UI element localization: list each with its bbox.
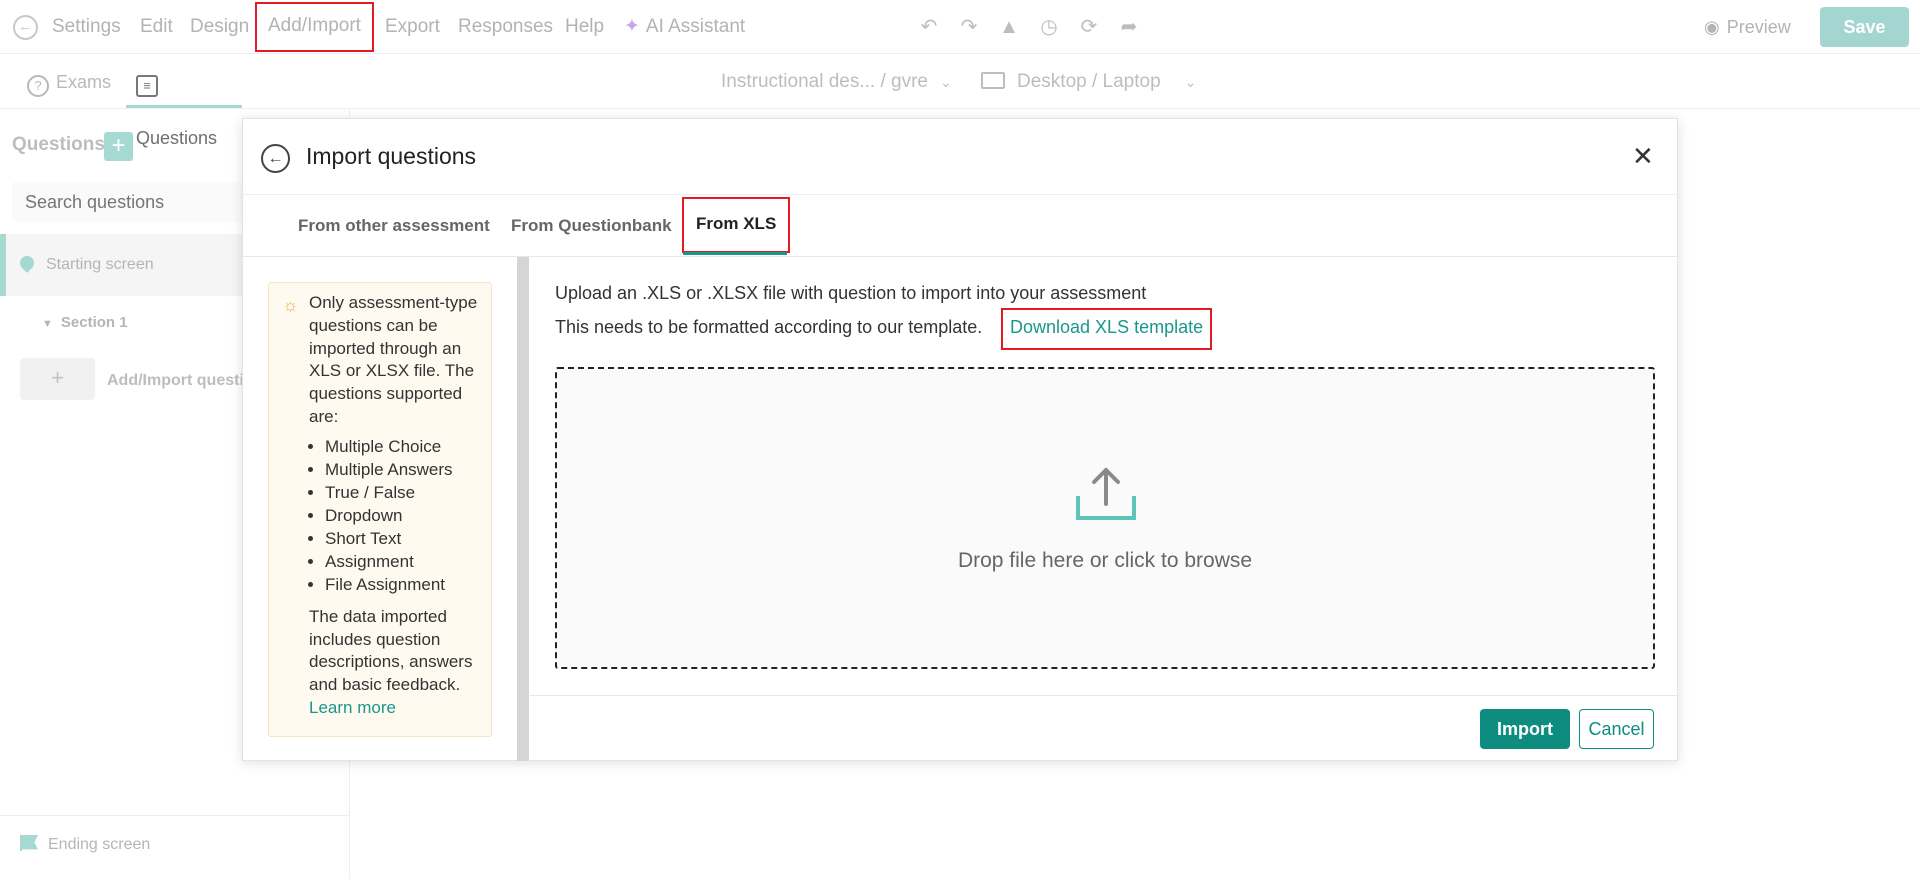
tab-from-other-assessment[interactable]: From other assessment [298, 195, 490, 257]
list-item: True / False [325, 481, 481, 504]
import-button[interactable]: Import [1480, 709, 1570, 749]
template-instructions: This needs to be formatted according to … [555, 317, 983, 337]
ai-assistant-label: AI Assistant [645, 16, 746, 37]
import-source-tabs: From other assessment From Questionbank … [243, 194, 1677, 257]
list-item: Assignment [325, 550, 481, 573]
top-menu-bar: ← Settings Edit Design Add/Import Export… [0, 0, 1920, 54]
toolbar-icons: ↶ ↷ ▲ ◷ ⟳ ➦ [916, 14, 1142, 40]
device-selector-label: Desktop / Laptop [1017, 71, 1161, 92]
file-dropzone[interactable]: Drop file here or click to browse [555, 367, 1655, 669]
dialog-title: Import questions [306, 143, 477, 169]
questions-icon: ≡ [136, 75, 158, 97]
caret-down-icon: ▼ [42, 318, 53, 330]
dialog-footer: Import Cancel [530, 695, 1677, 761]
dropzone-text: Drop file here or click to browse [957, 549, 1253, 572]
sidebar-title: Questions [12, 134, 105, 155]
back-arrow-icon[interactable]: ← [13, 15, 38, 40]
section-label: Section 1 [60, 314, 128, 331]
undo-icon[interactable]: ↶ [916, 14, 942, 40]
preview-button[interactable]: ◉ Preview [1704, 0, 1791, 54]
download-xls-template-link[interactable]: Download XLS template [1000, 308, 1213, 350]
assessment-selector-label: Instructional des... / gvre [721, 71, 928, 92]
eye-icon: ◉ [1704, 17, 1720, 37]
menu-design[interactable]: Design [190, 0, 249, 54]
info-outro: The data imported includes question desc… [309, 606, 473, 695]
upload-instructions: Upload an .XLS or .XLSX file with questi… [555, 283, 1147, 303]
lightbulb-icon: ☼ [282, 295, 299, 315]
sidebar-item-ending-screen[interactable]: Ending screen [0, 815, 350, 879]
starting-screen-label: Starting screen [46, 256, 154, 273]
info-intro: Only assessment-type questions can be im… [309, 293, 478, 426]
tab-from-questionbank[interactable]: From Questionbank [511, 195, 672, 257]
ending-screen-label: Ending screen [48, 836, 151, 853]
supported-types-list: Multiple Choice Multiple Answers True / … [309, 435, 481, 596]
panel-divider[interactable] [517, 257, 529, 761]
sub-navigation: ? Exams ≡Questions Instructional des... /… [0, 54, 1920, 148]
device-selector[interactable]: Desktop / Laptop ⌄ [981, 54, 1196, 110]
menu-add-import[interactable]: Add/Import [255, 2, 374, 52]
info-panel: ☼ Only assessment-type questions can be … [268, 282, 492, 737]
share-icon[interactable]: ➦ [1116, 14, 1142, 40]
tab-exams[interactable]: ? Exams [27, 54, 111, 108]
cancel-button[interactable]: Cancel [1579, 709, 1654, 749]
assessment-selector[interactable]: Instructional des... / gvre ⌄ [721, 54, 952, 110]
menu-responses[interactable]: Responses [458, 0, 553, 54]
menu-export[interactable]: Export [385, 0, 440, 54]
add-question-button[interactable]: + [104, 132, 133, 161]
clock-icon[interactable]: ◷ [1036, 14, 1062, 40]
list-item: Multiple Choice [325, 435, 481, 458]
add-import-plus-button[interactable]: + [20, 358, 95, 400]
tab-from-xls[interactable]: From XLS [681, 197, 791, 253]
list-item: Short Text [325, 527, 481, 550]
menu-edit[interactable]: Edit [140, 0, 173, 54]
sparkle-icon: ✦ [624, 16, 640, 37]
close-icon[interactable]: ✕ [1632, 141, 1654, 172]
graduation-cap-icon[interactable]: ▲ [996, 14, 1022, 40]
monitor-icon [981, 72, 1005, 89]
menu-help[interactable]: Help [565, 0, 604, 54]
learn-more-link[interactable]: Learn more [309, 698, 396, 717]
menu-ai-assistant[interactable]: ✦ AI Assistant [624, 0, 745, 54]
active-tab-indicator [683, 252, 787, 255]
import-questions-dialog: ← Import questions ✕ From other assessme… [242, 118, 1678, 761]
menu-settings[interactable]: Settings [52, 0, 121, 54]
tab-exams-label: Exams [56, 72, 112, 92]
preview-label: Preview [1726, 17, 1791, 37]
chevron-down-icon: ⌄ [1184, 74, 1197, 90]
back-arrow-icon[interactable]: ← [261, 144, 290, 173]
sidebar-item-section[interactable]: ▼ Section 1 [42, 314, 128, 331]
tab-questions[interactable]: ≡Questions [126, 54, 242, 148]
refresh-icon[interactable]: ⟳ [1076, 14, 1102, 40]
list-item: File Assignment [325, 573, 481, 596]
question-circle-icon: ? [27, 75, 49, 97]
redo-icon[interactable]: ↷ [956, 14, 982, 40]
save-button[interactable]: Save [1820, 7, 1909, 47]
location-pin-icon [17, 253, 37, 273]
upload-icon [1076, 468, 1136, 520]
chevron-down-icon: ⌄ [940, 74, 952, 90]
flag-icon [20, 835, 38, 851]
list-item: Multiple Answers [325, 458, 481, 481]
list-item: Dropdown [325, 504, 481, 527]
